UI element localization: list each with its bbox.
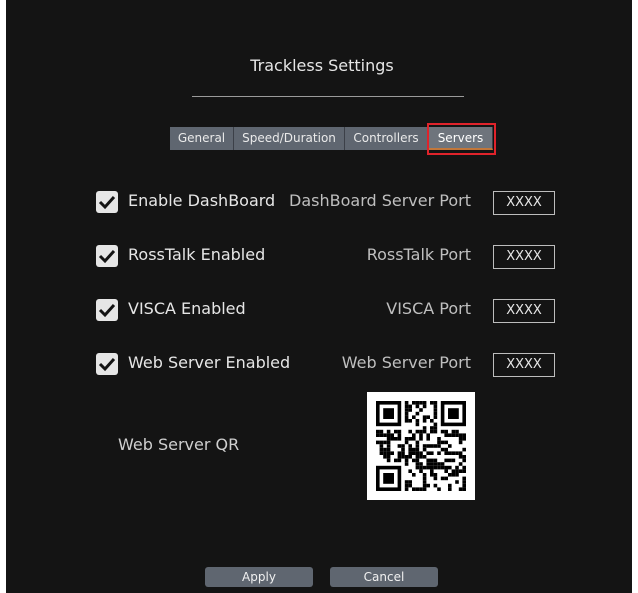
page-title: Trackless Settings: [250, 56, 394, 75]
visca-port-label-wrap: VISCA Port: [276, 299, 471, 321]
rosstalk-port-label: RossTalk Port: [366, 245, 471, 264]
enable-dashboard-checkbox[interactable]: [96, 191, 118, 213]
web-server-enabled-label: Web Server Enabled: [128, 353, 291, 372]
tab-servers[interactable]: Servers: [429, 127, 493, 150]
enable-dashboard-label: Enable DashBoard: [128, 191, 276, 210]
web-server-port-label-wrap: Web Server Port: [276, 353, 471, 375]
web-server-port-label: Web Server Port: [341, 353, 471, 372]
web-server-qr-label: Web Server QR: [118, 435, 240, 454]
checkmark-icon: [98, 303, 116, 318]
visca-enabled-label: VISCA Enabled: [128, 299, 246, 318]
tab-general[interactable]: General: [170, 127, 234, 150]
tab-speed-duration[interactable]: Speed/Duration: [234, 127, 345, 150]
apply-button[interactable]: Apply: [205, 567, 313, 587]
rosstalk-port-input[interactable]: XXXX: [493, 245, 555, 269]
visca-port-label: VISCA Port: [386, 299, 471, 318]
cancel-button[interactable]: Cancel: [330, 567, 438, 587]
qr-code-icon: [376, 401, 466, 491]
web-server-port-input[interactable]: XXXX: [493, 353, 555, 377]
tab-controllers[interactable]: Controllers: [345, 127, 428, 150]
checkmark-icon: [98, 195, 116, 210]
web-server-enabled-checkbox[interactable]: [96, 353, 118, 375]
rosstalk-enabled-label: RossTalk Enabled: [128, 245, 266, 264]
visca-enabled-checkbox[interactable]: [96, 299, 118, 321]
settings-panel: Trackless Settings General Speed/Duratio…: [6, 0, 632, 593]
dashboard-port-input[interactable]: XXXX: [493, 191, 555, 215]
rosstalk-enabled-checkbox[interactable]: [96, 245, 118, 267]
checkmark-icon: [98, 249, 116, 264]
dashboard-port-label: DashBoard Server Port: [289, 191, 471, 210]
title-divider: [192, 96, 464, 97]
dashboard-port-label-wrap: DashBoard Server Port: [276, 191, 471, 213]
rosstalk-port-label-wrap: RossTalk Port: [276, 245, 471, 267]
visca-port-input[interactable]: XXXX: [493, 299, 555, 323]
checkmark-icon: [98, 357, 116, 372]
web-server-qr-code: [367, 392, 475, 500]
